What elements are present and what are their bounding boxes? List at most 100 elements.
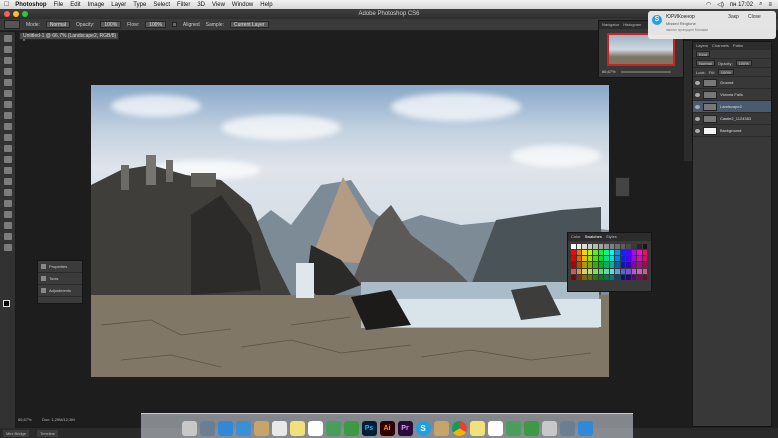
tab-layers[interactable]: Layers bbox=[696, 42, 708, 50]
color-swatch[interactable] bbox=[571, 274, 576, 280]
color-swatch[interactable] bbox=[587, 256, 592, 262]
color-swatch[interactable] bbox=[615, 268, 620, 274]
color-swatch[interactable] bbox=[609, 274, 614, 280]
eye-icon[interactable] bbox=[695, 116, 700, 121]
navigator-zoom-slider[interactable] bbox=[621, 71, 671, 73]
color-swatch[interactable] bbox=[637, 274, 642, 280]
spotlight-icon[interactable]: ⌕ bbox=[759, 1, 762, 8]
type-tool-icon[interactable] bbox=[3, 200, 12, 207]
downloads-icon[interactable] bbox=[559, 421, 575, 436]
color-swatch[interactable] bbox=[626, 256, 631, 262]
color-swatch[interactable] bbox=[631, 268, 636, 274]
color-swatch[interactable] bbox=[576, 256, 581, 262]
premiere-icon[interactable]: Pr bbox=[397, 421, 413, 436]
gradient-tool-icon[interactable] bbox=[3, 156, 12, 163]
color-swatch[interactable] bbox=[576, 262, 581, 268]
color-swatch[interactable] bbox=[571, 250, 576, 256]
mail-icon[interactable] bbox=[235, 421, 251, 436]
color-swatch[interactable] bbox=[582, 250, 587, 256]
layer-filter-select[interactable]: Kind bbox=[696, 51, 711, 57]
color-swatch[interactable] bbox=[598, 256, 603, 262]
menu-item-layer[interactable]: Layer bbox=[111, 2, 126, 8]
app-store-icon[interactable] bbox=[469, 421, 485, 436]
menu-app-name[interactable]: Photoshop bbox=[15, 2, 46, 8]
safari-icon[interactable] bbox=[217, 421, 233, 436]
color-swatch[interactable] bbox=[576, 250, 581, 256]
history-brush-tool-icon[interactable] bbox=[3, 134, 12, 141]
color-swatch[interactable] bbox=[626, 250, 631, 256]
color-swatch[interactable] bbox=[598, 250, 603, 256]
color-swatch[interactable] bbox=[626, 268, 631, 274]
menu-item-window[interactable]: Window bbox=[232, 2, 253, 8]
color-swatch[interactable] bbox=[626, 262, 631, 268]
blur-tool-icon[interactable] bbox=[3, 167, 12, 174]
color-swatch[interactable] bbox=[620, 274, 625, 280]
color-swatch[interactable] bbox=[593, 268, 598, 274]
apple-icon[interactable]:  bbox=[4, 1, 9, 8]
color-swatch[interactable] bbox=[598, 268, 603, 274]
color-swatch[interactable] bbox=[620, 250, 625, 256]
system-preferences-icon[interactable] bbox=[487, 421, 503, 436]
color-swatch[interactable] bbox=[631, 244, 636, 250]
notes-icon[interactable] bbox=[289, 421, 305, 436]
color-swatch[interactable] bbox=[593, 244, 598, 250]
color-swatch[interactable] bbox=[571, 268, 576, 274]
layer-row[interactable]: Ground bbox=[693, 77, 771, 89]
color-swatch[interactable] bbox=[582, 256, 587, 262]
document-image[interactable] bbox=[91, 85, 609, 377]
color-swatch[interactable] bbox=[587, 244, 592, 250]
finder-icon[interactable] bbox=[181, 421, 197, 436]
menu-clock[interactable]: пн 17:02 bbox=[730, 2, 753, 8]
brush-tool-icon[interactable] bbox=[3, 112, 12, 119]
color-swatch[interactable] bbox=[582, 244, 587, 250]
color-swatch[interactable] bbox=[582, 268, 587, 274]
palette-item-adjustments[interactable]: Adjustments bbox=[38, 285, 82, 297]
eye-icon[interactable] bbox=[695, 128, 700, 133]
color-swatch[interactable] bbox=[576, 268, 581, 274]
mode-select[interactable]: Normal bbox=[45, 21, 71, 28]
color-swatch[interactable] bbox=[642, 250, 647, 256]
notification-center-icon[interactable]: ≡ bbox=[768, 2, 772, 8]
dodge-tool-icon[interactable] bbox=[3, 178, 12, 185]
color-swatch[interactable] bbox=[598, 262, 603, 268]
color-swatch[interactable] bbox=[598, 244, 603, 250]
color-swatch[interactable] bbox=[593, 262, 598, 268]
color-swatch[interactable] bbox=[604, 250, 609, 256]
color-swatch[interactable] bbox=[604, 274, 609, 280]
status-zoom[interactable]: 66,67% bbox=[18, 417, 32, 422]
tab-color[interactable]: Color bbox=[571, 233, 581, 241]
reminders-icon[interactable] bbox=[307, 421, 323, 436]
color-swatch[interactable] bbox=[620, 244, 625, 250]
color-swatch[interactable] bbox=[598, 274, 603, 280]
collapsed-panel-strip[interactable] bbox=[684, 41, 692, 161]
navigator-zoom[interactable]: 66,67% bbox=[602, 69, 616, 74]
itunes-icon[interactable] bbox=[505, 421, 521, 436]
zoom-window-button[interactable] bbox=[22, 11, 28, 17]
swatches-grid[interactable] bbox=[571, 244, 647, 280]
sample-select[interactable]: Current Layer bbox=[229, 21, 269, 28]
marquee-tool-icon[interactable] bbox=[3, 46, 12, 53]
document-tab[interactable]: Untitled-1 @ 66,7% (Landscape2, RGB/8) * bbox=[19, 32, 119, 45]
notification-option-button[interactable]: Close bbox=[748, 14, 761, 20]
color-swatch[interactable] bbox=[593, 274, 598, 280]
crop-tool-icon[interactable] bbox=[3, 79, 12, 86]
color-swatch[interactable] bbox=[637, 268, 642, 274]
menu-item-edit[interactable]: Edit bbox=[70, 2, 80, 8]
color-swatch[interactable] bbox=[631, 256, 636, 262]
menu-item-view[interactable]: View bbox=[212, 2, 225, 8]
healing-brush-tool-icon[interactable] bbox=[3, 101, 12, 108]
tab-mini-bridge[interactable]: Mini Bridge bbox=[3, 429, 30, 437]
menu-item-file[interactable]: File bbox=[54, 2, 64, 8]
lasso-tool-icon[interactable] bbox=[3, 57, 12, 64]
color-swatch[interactable] bbox=[582, 274, 587, 280]
menu-item-3d[interactable]: 3D bbox=[197, 2, 205, 8]
tool-preset-picker[interactable] bbox=[4, 20, 20, 29]
facetime-icon[interactable] bbox=[343, 421, 359, 436]
pen-tool-icon[interactable] bbox=[3, 189, 12, 196]
clone-stamp-tool-icon[interactable] bbox=[3, 123, 12, 130]
color-swatch[interactable] bbox=[587, 274, 592, 280]
color-swatch[interactable] bbox=[642, 256, 647, 262]
color-swatch[interactable] bbox=[626, 244, 631, 250]
tab-paths[interactable]: Paths bbox=[733, 42, 743, 50]
color-swatch[interactable] bbox=[637, 256, 642, 262]
